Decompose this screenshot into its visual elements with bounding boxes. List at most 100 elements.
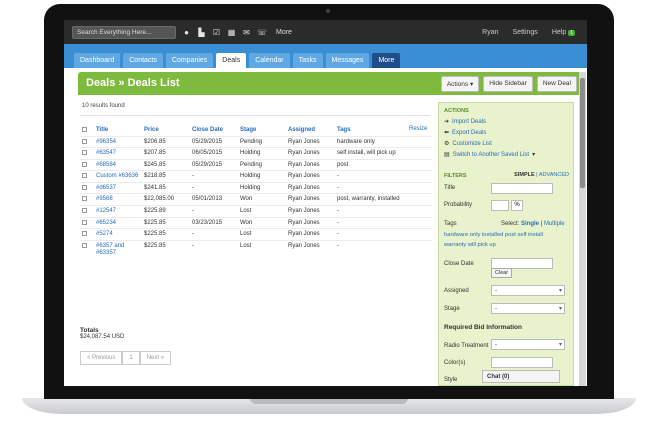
clear-date-button[interactable]: Clear xyxy=(491,268,513,278)
row-checkbox[interactable] xyxy=(82,138,87,144)
row-select-cell[interactable] xyxy=(80,193,94,206)
deal-title-link[interactable]: #d6537 xyxy=(94,181,142,194)
colors-input[interactable] xyxy=(491,357,553,368)
deal-tags: - xyxy=(335,181,432,194)
help-link[interactable]: Help 1 xyxy=(552,29,575,36)
title-filter-input[interactable] xyxy=(491,183,553,194)
advanced-mode-link[interactable]: ADVANCED xyxy=(539,172,569,178)
settings-link[interactable]: Settings xyxy=(513,29,538,36)
tab-dashboard[interactable]: Dashboard xyxy=(74,53,121,68)
tab-companies[interactable]: Companies xyxy=(165,53,214,68)
row-select-cell[interactable] xyxy=(80,158,94,171)
row-checkbox[interactable] xyxy=(82,161,87,167)
table-row[interactable]: #63547 $207.85 06/05/2015 Holding Ryan Jones… xyxy=(80,147,432,160)
deal-title-link[interactable]: #96354 xyxy=(94,135,142,148)
previous-page-button[interactable]: « Previous xyxy=(80,351,123,365)
col-title[interactable]: Title xyxy=(94,125,142,136)
deal-title-link[interactable]: #63547 xyxy=(94,147,142,160)
deal-title-link[interactable]: #9568 xyxy=(94,193,142,206)
row-select-cell[interactable] xyxy=(80,170,94,183)
deal-assigned: Ryan Jones xyxy=(286,228,335,241)
row-checkbox[interactable] xyxy=(82,242,87,248)
tab-more[interactable]: More xyxy=(372,53,401,68)
actions-button[interactable]: Actions ▾ xyxy=(440,76,480,92)
task-check-icon[interactable]: ☑ xyxy=(212,28,221,37)
select-all-checkbox[interactable] xyxy=(82,126,87,132)
table-row[interactable]: #d6537 $241.85- Holding Ryan Jones - xyxy=(80,181,432,194)
export-deals-link[interactable]: ⬅ Export Deals xyxy=(444,129,486,137)
mail-icon[interactable]: ✉ xyxy=(242,28,251,37)
contact-icon[interactable]: ● xyxy=(182,28,191,37)
search-input[interactable]: Search Everything Here... xyxy=(72,25,176,39)
list-icon: ▤ xyxy=(444,152,450,158)
switch-list-link[interactable]: ▤ Switch to Another Saved List ▾ xyxy=(444,151,535,159)
deal-title-link[interactable]: Custom #63636 xyxy=(94,170,142,183)
tag-options-row-2[interactable]: warranty will pick up xyxy=(444,242,496,248)
row-select-cell[interactable] xyxy=(80,135,94,148)
col-close-date[interactable]: Close Date xyxy=(190,125,238,136)
col-tags[interactable]: Tags xyxy=(335,125,432,136)
col-assigned[interactable]: Assigned xyxy=(286,125,335,136)
chat-button[interactable]: Chat (0) xyxy=(482,370,560,383)
table-row[interactable]: #9568 $22,085.00 05/01/2013 Won Ryan Jones po… xyxy=(80,193,432,206)
deal-title-link[interactable]: #68584 xyxy=(94,158,142,171)
more-menu[interactable]: More xyxy=(276,29,292,36)
deal-title-link[interactable]: #12547 xyxy=(94,205,142,218)
probability-input[interactable] xyxy=(491,200,509,211)
tab-calendar[interactable]: Calendar xyxy=(249,53,290,68)
col-price[interactable]: Price xyxy=(142,125,190,136)
radio-treatment-select[interactable]: - xyxy=(491,339,565,350)
col-stage[interactable]: Stage xyxy=(238,125,286,136)
customize-list-link[interactable]: ⚙ Customize List xyxy=(444,140,492,148)
row-select-cell[interactable] xyxy=(80,216,94,229)
deal-close-date: - xyxy=(190,170,238,183)
select-all-cell[interactable] xyxy=(80,125,94,136)
scrollbar-thumb[interactable] xyxy=(580,78,585,188)
next-page-button[interactable]: Next » xyxy=(139,351,172,365)
top-bar: Search Everything Here... ● ▙ ☑ ▦ ✉ ☏ Mo… xyxy=(64,20,587,44)
calendar-icon[interactable]: ▦ xyxy=(227,28,236,37)
table-row[interactable]: #5274 $225.85- Lost Ryan Jones - xyxy=(80,228,432,241)
row-checkbox[interactable] xyxy=(82,184,87,190)
table-row[interactable]: #12547 $225.89- Lost Ryan Jones - xyxy=(80,205,432,218)
row-checkbox[interactable] xyxy=(82,150,87,156)
table-row[interactable]: #6357 and #63357 $225.85- Lost Ryan Jones - xyxy=(80,239,432,257)
new-deal-button[interactable]: New Deal xyxy=(536,76,577,92)
row-select-cell[interactable] xyxy=(80,147,94,160)
table-row[interactable]: #65234 $225.85 03/23/2015 Won Ryan Jones - xyxy=(80,216,432,229)
row-checkbox[interactable] xyxy=(82,173,87,179)
tag-options-row-1[interactable]: hardware only installed post self instal… xyxy=(444,232,543,238)
select-multiple-link[interactable]: Multiple xyxy=(544,221,565,227)
import-deals-link[interactable]: ➔ Import Deals xyxy=(444,118,486,126)
deal-price: $218.85 xyxy=(142,170,190,183)
user-menu[interactable]: Ryan xyxy=(482,29,498,36)
assigned-select[interactable]: - xyxy=(491,285,565,296)
hide-sidebar-button[interactable]: Hide Sidebar xyxy=(483,76,533,92)
stage-select[interactable]: - xyxy=(491,303,565,314)
deal-title-link[interactable]: #6357 and #63357 xyxy=(94,239,142,257)
row-select-cell[interactable] xyxy=(80,239,94,257)
deal-title-link[interactable]: #65234 xyxy=(94,216,142,229)
table-row[interactable]: #96354 $206.85 05/29/2015 Pending Ryan Jones… xyxy=(80,135,432,148)
deal-assigned: Ryan Jones xyxy=(286,193,335,206)
tab-tasks[interactable]: Tasks xyxy=(292,53,323,68)
page-number-button[interactable]: 1 xyxy=(122,351,140,365)
select-single-link[interactable]: Single xyxy=(521,221,539,227)
simple-mode-link[interactable]: SIMPLE xyxy=(514,172,534,178)
row-checkbox[interactable] xyxy=(82,196,87,202)
phone-icon[interactable]: ☏ xyxy=(257,28,267,37)
tab-contacts[interactable]: Contacts xyxy=(123,53,163,68)
row-select-cell[interactable] xyxy=(80,228,94,241)
tab-deals[interactable]: Deals xyxy=(216,53,247,68)
row-checkbox[interactable] xyxy=(82,208,87,214)
company-icon[interactable]: ▙ xyxy=(197,28,206,37)
table-row[interactable]: Custom #63636 $218.85- Holding Ryan Jones - xyxy=(80,170,432,183)
row-checkbox[interactable] xyxy=(82,231,87,237)
row-select-cell[interactable] xyxy=(80,181,94,194)
table-row[interactable]: #68584 $245.85 05/29/2015 Pending Ryan Jones… xyxy=(80,158,432,171)
row-select-cell[interactable] xyxy=(80,205,94,218)
row-checkbox[interactable] xyxy=(82,219,87,225)
deal-title-link[interactable]: #5274 xyxy=(94,228,142,241)
tab-messages[interactable]: Messages xyxy=(325,53,370,68)
deal-close-date: - xyxy=(190,205,238,218)
